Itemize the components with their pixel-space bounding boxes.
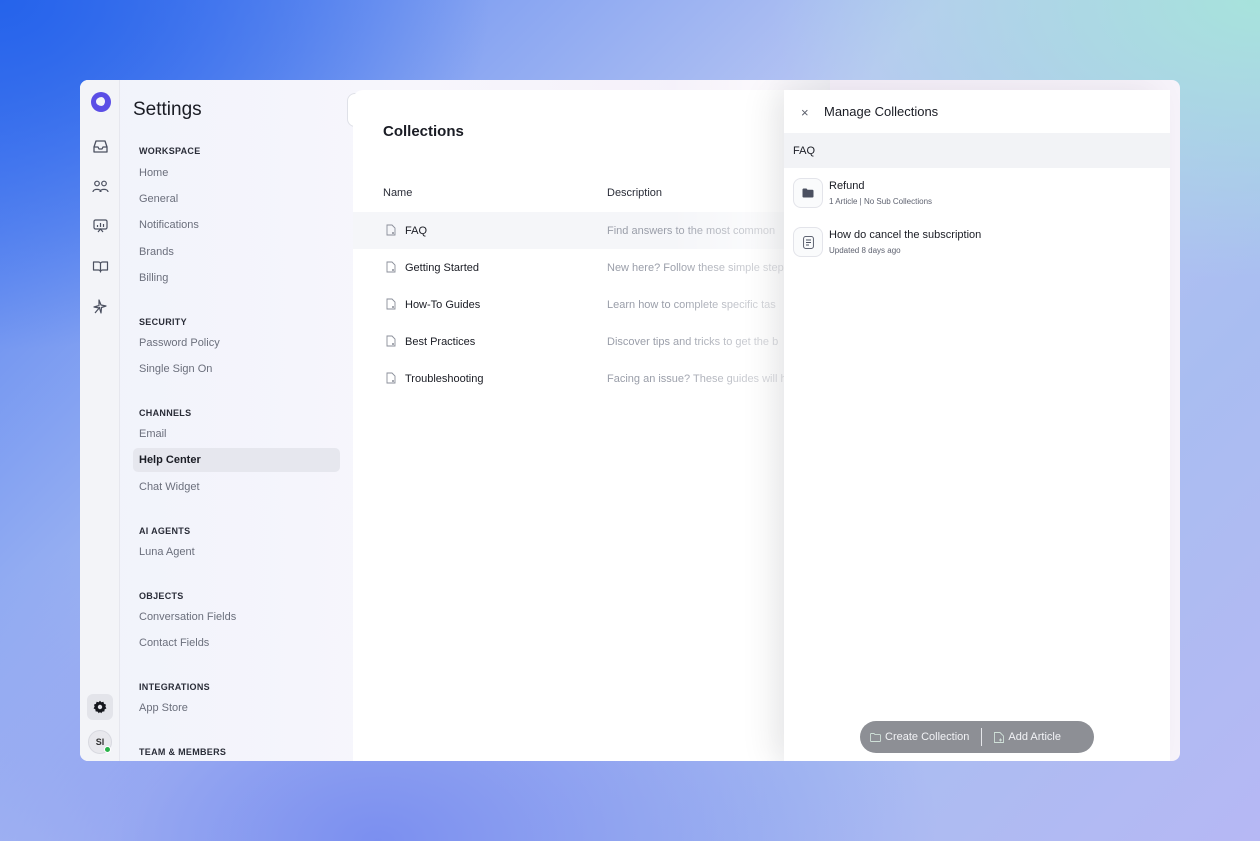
row-description: Facing an issue? These guides will h <box>607 372 787 385</box>
row-name: How-To Guides <box>405 298 481 311</box>
settings-sidebar: Settings WORKSPACE Home General Notifica… <box>120 80 381 761</box>
inbox-icon[interactable] <box>90 136 110 156</box>
create-collection-label: Create Collection <box>885 731 970 743</box>
section-team-members: TEAM & MEMBERS <box>139 747 227 757</box>
section-objects: OBJECTS <box>139 591 184 601</box>
sidebar-item-chat-widget[interactable]: Chat Widget <box>133 475 340 499</box>
section-workspace: WORKSPACE <box>139 146 201 156</box>
sidebar-item-conversation-fields[interactable]: Conversation Fields <box>133 605 340 629</box>
collection-item-title: Refund <box>829 180 865 192</box>
document-icon <box>386 224 396 236</box>
sidebar-item-luna-agent[interactable]: Luna Agent <box>133 540 340 564</box>
section-ai-agents: AI AGENTS <box>139 526 191 536</box>
row-description: New here? Follow these simple step <box>607 261 784 274</box>
sidebar-item-app-store[interactable]: App Store <box>133 696 340 720</box>
document-icon <box>386 335 396 347</box>
reports-icon[interactable] <box>90 216 110 236</box>
floating-action-bar: Create Collection Add Article <box>860 721 1094 753</box>
panel-title: Manage Collections <box>824 104 939 119</box>
folder-icon <box>793 178 823 208</box>
contacts-icon[interactable] <box>90 176 110 196</box>
document-icon <box>386 261 396 273</box>
manage-collections-panel: × Manage Collections FAQ Refund 1 Articl… <box>784 90 1170 761</box>
add-article-button[interactable]: Add Article <box>984 721 1071 753</box>
document-icon <box>386 298 396 310</box>
sidebar-item-brands[interactable]: Brands <box>133 240 340 264</box>
section-security: SECURITY <box>139 317 187 327</box>
add-article-label: Add Article <box>1008 731 1061 743</box>
section-channels: CHANNELS <box>139 408 192 418</box>
article-item-subtitle: Updated 8 days ago <box>829 246 901 255</box>
sidebar-item-billing[interactable]: Billing <box>133 266 340 290</box>
sidebar-item-home[interactable]: Home <box>133 161 340 185</box>
ai-icon[interactable] <box>90 296 110 316</box>
document-icon <box>386 372 396 384</box>
close-icon[interactable]: × <box>801 105 809 120</box>
collections-heading: Collections <box>383 123 464 140</box>
column-header-name[interactable]: Name <box>383 187 412 199</box>
sidebar-item-single-sign-on[interactable]: Single Sign On <box>133 357 340 381</box>
row-name: Troubleshooting <box>405 372 484 385</box>
sidebar-item-help-center[interactable]: Help Center <box>133 448 340 472</box>
sidebar-item-general[interactable]: General <box>133 187 340 211</box>
file-plus-icon <box>994 731 1005 743</box>
row-description: Discover tips and tricks to get the b <box>607 335 779 348</box>
app-window: SI Settings WORKSPACE Home General Notif… <box>80 80 1180 761</box>
column-header-description[interactable]: Description <box>607 187 662 199</box>
row-name: Getting Started <box>405 261 479 274</box>
sidebar-item-contact-fields[interactable]: Contact Fields <box>133 631 340 655</box>
row-name: Best Practices <box>405 335 476 348</box>
breadcrumb[interactable]: FAQ <box>784 133 1170 168</box>
logo-icon[interactable] <box>91 92 111 112</box>
knowledge-icon[interactable] <box>90 256 110 276</box>
sidebar-item-notifications[interactable]: Notifications <box>133 213 340 237</box>
folder-plus-icon <box>870 732 881 742</box>
sidebar-item-email[interactable]: Email <box>133 422 340 446</box>
create-collection-button[interactable]: Create Collection <box>860 721 979 753</box>
collection-item-subtitle: 1 Article | No Sub Collections <box>829 197 933 206</box>
sidebar-item-password-policy[interactable]: Password Policy <box>133 331 340 355</box>
online-status-dot <box>104 746 111 753</box>
icon-rail: SI <box>80 80 120 761</box>
article-item-title: How do cancel the subscription <box>829 229 982 241</box>
row-name: FAQ <box>405 224 428 237</box>
page-title: Settings <box>133 99 202 120</box>
section-integrations: INTEGRATIONS <box>139 682 210 692</box>
settings-icon[interactable] <box>87 694 113 720</box>
action-divider <box>981 728 983 746</box>
article-item-cancel-subscription[interactable]: How do cancel the subscription Updated 8… <box>793 227 1153 261</box>
article-icon <box>793 227 823 257</box>
row-description: Learn how to complete specific tas <box>607 298 776 311</box>
row-description: Find answers to the most common <box>607 224 776 237</box>
collection-item-refund[interactable]: Refund 1 Article | No Sub Collections <box>793 178 1153 212</box>
